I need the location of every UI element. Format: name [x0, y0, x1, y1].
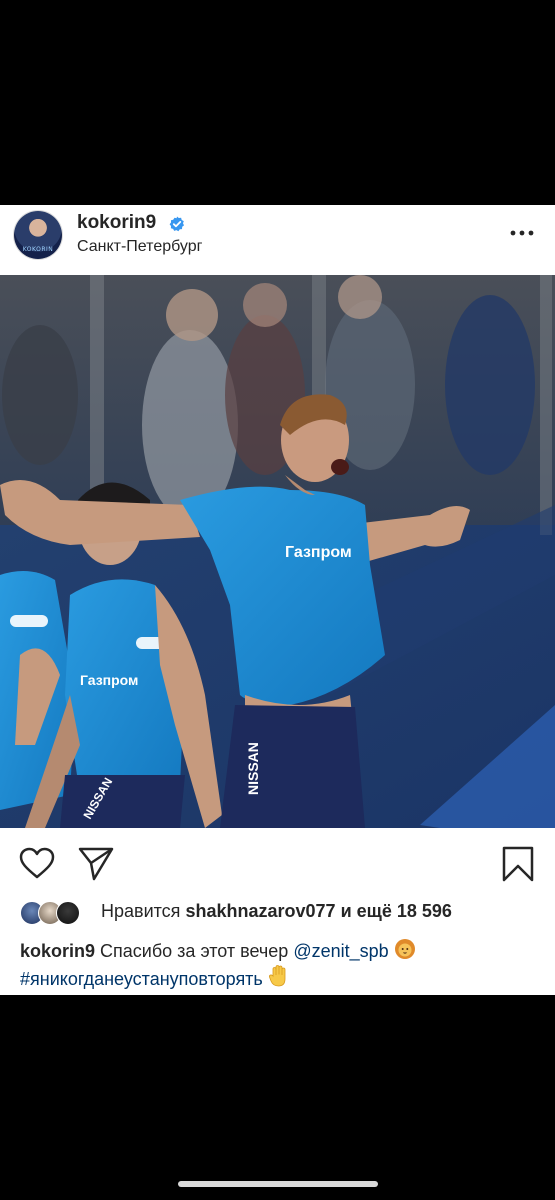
caption-text: Спасибо за этот вечер	[100, 941, 289, 961]
more-options-icon[interactable]	[508, 223, 536, 243]
post-photo[interactable]: Газпром NISSAN Газпром NISSAN	[0, 275, 555, 828]
likes-text: Нравится shakhnazarov077 и ещё 18 596	[101, 901, 452, 922]
instagram-post: KOKORIN kokorin9 Санкт-Петербург Газпром…	[0, 205, 555, 995]
liker-avatars[interactable]	[20, 901, 92, 925]
svg-text:Газпром: Газпром	[80, 672, 138, 688]
mention-link[interactable]: @zenit_spb	[293, 941, 388, 961]
photo-scene: Газпром NISSAN Газпром NISSAN	[0, 275, 555, 828]
raised-hand-emoji-icon	[268, 965, 286, 987]
likes-count[interactable]: и ещё 18 596	[341, 901, 452, 921]
hashtag-link[interactable]: #яникогданеустануповторять	[20, 969, 263, 989]
paper-plane-icon[interactable]	[78, 846, 114, 882]
screenshot: KOKORIN kokorin9 Санкт-Петербург Газпром…	[0, 0, 555, 1200]
post-header: KOKORIN kokorin9 Санкт-Петербург	[0, 205, 555, 275]
home-indicator[interactable]	[178, 1181, 378, 1187]
shorts-sponsor: NISSAN	[245, 742, 261, 795]
shirt-sponsor: Газпром	[285, 544, 352, 561]
liker-avatar	[56, 901, 80, 925]
bookmark-icon[interactable]	[500, 846, 536, 882]
likes-prefix: Нравится	[101, 901, 181, 921]
action-bar	[0, 840, 555, 890]
caption-username[interactable]: kokorin9	[20, 941, 95, 961]
likes-row: Нравится shakhnazarov077 и ещё 18 596	[0, 899, 555, 927]
liked-by-user[interactable]: shakhnazarov077	[185, 901, 335, 921]
verified-badge-icon	[169, 216, 184, 232]
avatar-caption: KOKORIN	[22, 246, 54, 253]
username[interactable]: kokorin9	[77, 212, 156, 234]
lion-emoji-icon	[394, 939, 415, 959]
location-link[interactable]: Санкт-Петербург	[77, 238, 202, 256]
caption: kokorin9 Спасибо за этот вечер @zenit_sp…	[20, 938, 540, 992]
heart-icon[interactable]	[19, 846, 55, 882]
avatar[interactable]: KOKORIN	[14, 211, 62, 259]
